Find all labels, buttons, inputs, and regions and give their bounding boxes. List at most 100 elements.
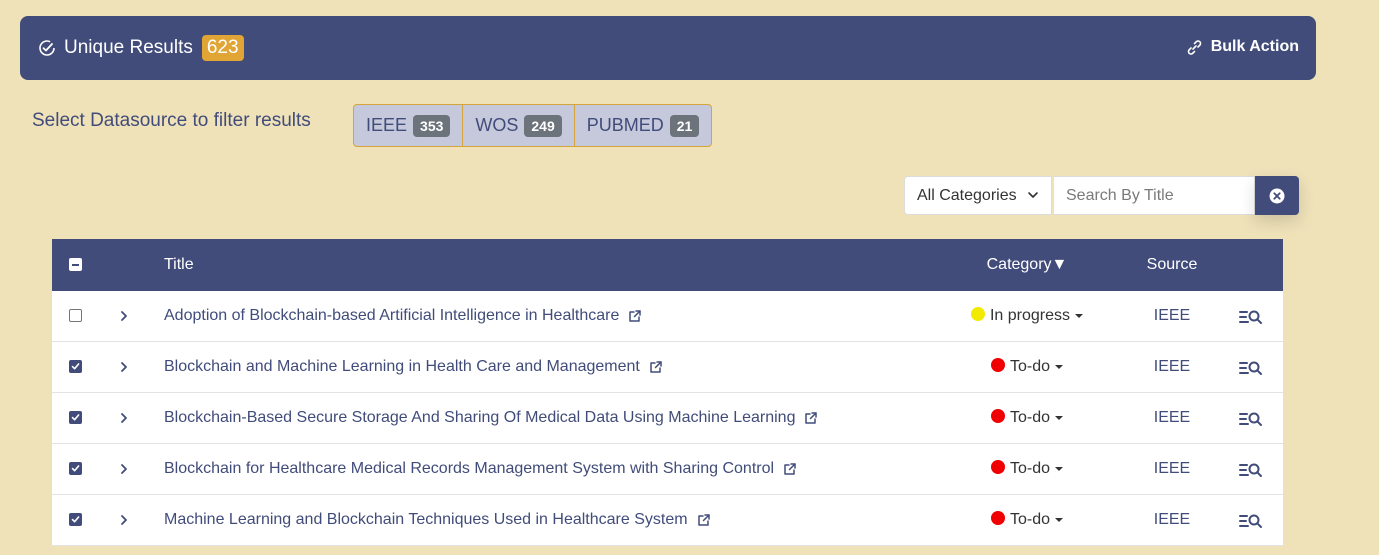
expand-row-button[interactable] [116,393,132,443]
table-row: Blockchain-Based Secure Storage And Shar… [52,393,1283,444]
datasource-name: IEEE [366,115,408,135]
status-dot [990,460,1005,474]
bulk-action-button[interactable]: Bulk Action [1186,16,1299,78]
results-title-group: Unique Results 623 [38,16,244,80]
datasource-pubmed-button[interactable]: PUBMED 21 [575,105,712,146]
clear-search-button[interactable] [1255,176,1299,215]
chevron-right-icon [119,514,129,526]
row-source: IEEE [1153,358,1191,375]
row-source: IEEE [1153,307,1191,324]
search-title-input[interactable] [1054,176,1255,215]
external-link-icon [783,462,797,476]
row-category: To-do [1009,358,1051,375]
table-header: Title Category▼ Source [52,239,1283,291]
external-link-icon [697,513,711,527]
datasource-count-badge: 21 [669,114,700,137]
row-checkbox[interactable] [69,309,82,322]
datasource-count-badge: 353 [413,114,451,137]
results-header: Unique Results 623 Bulk Action [20,16,1316,80]
status-dot [990,511,1005,525]
row-title: Blockchain for Healthcare Medical Record… [164,460,775,477]
row-title: Blockchain-Based Secure Storage And Shar… [164,409,796,426]
row-category: To-do [1009,409,1051,426]
select-all-checkbox[interactable] [69,258,82,271]
close-circle-icon [1269,188,1285,204]
row-category: In progress [989,307,1071,324]
row-title-link[interactable]: Machine Learning and Blockchain Techniqu… [164,495,711,545]
table-row: Machine Learning and Blockchain Techniqu… [52,495,1283,546]
view-details-button[interactable] [1239,444,1263,494]
table-row: Adoption of Blockchain-based Artificial … [52,291,1283,342]
caret-down-icon [1055,365,1064,369]
expand-row-button[interactable] [116,495,132,545]
row-title-link[interactable]: Blockchain and Machine Learning in Healt… [164,342,663,392]
view-details-button[interactable] [1239,342,1263,392]
list-search-icon [1239,409,1263,427]
caret-down-icon [1055,467,1064,471]
external-link-icon [649,360,663,374]
chevron-right-icon [119,310,129,322]
row-title: Machine Learning and Blockchain Techniqu… [164,511,688,528]
row-checkbox[interactable] [69,360,82,373]
row-title: Blockchain and Machine Learning in Healt… [164,358,640,375]
column-header-title[interactable]: Title [164,239,194,291]
row-source: IEEE [1153,511,1191,528]
external-link-icon [804,411,818,425]
link-icon [1186,39,1203,56]
expand-row-button[interactable] [116,291,132,341]
list-search-icon [1239,307,1263,325]
expand-row-button[interactable] [116,444,132,494]
results-table: Title Category▼ Source Adoption of Block… [52,239,1283,546]
expand-row-button[interactable] [116,342,132,392]
status-dot [990,409,1005,423]
list-search-icon [1239,460,1263,478]
row-category-dropdown[interactable]: In progress [952,291,1102,341]
caret-down-icon [1075,314,1084,318]
view-details-button[interactable] [1239,291,1263,341]
datasource-filter-group: IEEE 353 WOS 249 PUBMED 21 [353,104,713,147]
bulk-action-label: Bulk Action [1210,38,1299,55]
view-details-button[interactable] [1239,393,1263,443]
table-row: Blockchain for Healthcare Medical Record… [52,444,1283,495]
row-category: To-do [1009,511,1051,528]
row-title-link[interactable]: Blockchain for Healthcare Medical Record… [164,444,797,494]
results-title: Unique Results [64,37,193,58]
row-checkbox[interactable] [69,462,82,475]
caret-down-icon [1055,416,1064,420]
table-body: Adoption of Blockchain-based Artificial … [52,291,1283,546]
status-dot [970,307,985,321]
chevron-right-icon [119,361,129,373]
row-checkbox[interactable] [69,411,82,424]
row-checkbox[interactable] [69,513,82,526]
table-row: Blockchain and Machine Learning in Healt… [52,342,1283,393]
row-title-link[interactable]: Blockchain-Based Secure Storage And Shar… [164,393,818,443]
row-source: IEEE [1153,409,1191,426]
chevron-right-icon [119,412,129,424]
category-select-value: All Categories [917,186,1017,204]
datasource-wos-button[interactable]: WOS 249 [463,105,575,146]
row-title-link[interactable]: Adoption of Blockchain-based Artificial … [164,291,642,341]
datasource-name: WOS [475,115,519,135]
external-link-icon [628,309,642,323]
row-category-dropdown[interactable]: To-do [952,342,1102,392]
column-header-category[interactable]: Category▼ [952,239,1102,291]
check-circle-icon [38,39,56,57]
results-count-badge: 623 [201,35,244,61]
column-header-source[interactable]: Source [1132,239,1212,291]
datasource-ieee-button[interactable]: IEEE 353 [354,105,464,146]
list-search-icon [1239,511,1263,529]
status-dot [990,358,1005,372]
row-category-dropdown[interactable]: To-do [952,495,1102,545]
chevron-down-icon [1027,189,1039,201]
row-category-dropdown[interactable]: To-do [952,393,1102,443]
datasource-filter-label: Select Datasource to filter results [32,110,311,131]
view-details-button[interactable] [1239,495,1263,545]
row-category-dropdown[interactable]: To-do [952,444,1102,494]
chevron-right-icon [119,463,129,475]
list-search-icon [1239,358,1263,376]
caret-down-icon [1055,518,1064,522]
datasource-name: PUBMED [586,115,664,135]
category-select[interactable]: All Categories [904,176,1052,215]
row-title: Adoption of Blockchain-based Artificial … [164,307,620,324]
row-source: IEEE [1153,460,1191,477]
